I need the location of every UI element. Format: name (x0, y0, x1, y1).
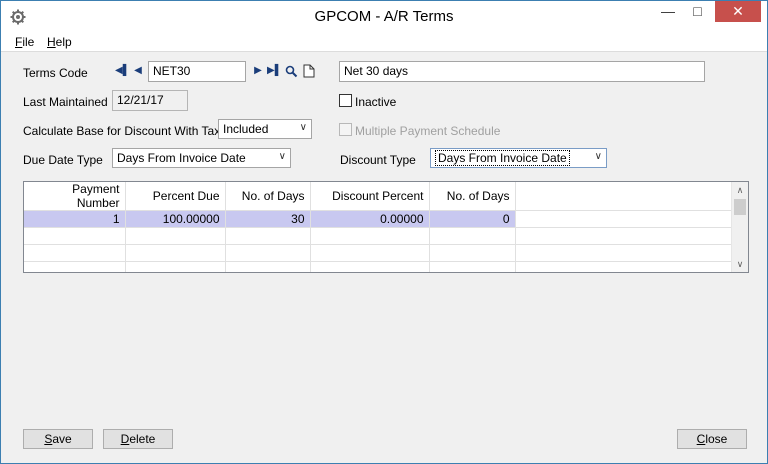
grid-cell (515, 210, 734, 228)
table-row[interactable] (24, 227, 734, 245)
due-date-type-label: Due Date Type (23, 153, 103, 167)
grid-cell[interactable] (310, 244, 430, 262)
last-maintained-label: Last Maintained (23, 95, 108, 109)
app-window: GPCOM - A/R Terms — □ ✕ File Help Terms … (0, 0, 768, 464)
last-record-icon[interactable]: ▶▌ (267, 65, 282, 77)
grid-cell[interactable]: 0 (429, 210, 516, 228)
chevron-down-icon: ∨ (299, 122, 307, 133)
terms-code-label: Terms Code (23, 66, 88, 80)
delete-label: elete (129, 432, 156, 446)
grid-cell[interactable] (125, 261, 226, 272)
grid-cell[interactable]: 1 (24, 210, 126, 228)
maximize-button[interactable]: □ (684, 1, 711, 22)
next-record-icon[interactable]: ▶ (252, 65, 264, 77)
grid-cell[interactable] (429, 244, 516, 262)
minimize-button[interactable]: — (654, 1, 682, 22)
window-title: GPCOM - A/R Terms (314, 8, 454, 25)
grid-cell[interactable] (429, 227, 516, 245)
close-button[interactable]: Close (677, 429, 747, 449)
grid-cell[interactable]: 0.00000 (310, 210, 430, 228)
inactive-label: Inactive (355, 95, 397, 109)
grid-cell[interactable]: 100.00000 (125, 210, 226, 228)
discount-type-value: Days From Invoice Date (435, 150, 570, 166)
last-maintained-value: 12/21/17 (112, 90, 188, 111)
scroll-thumb[interactable] (734, 199, 746, 215)
menu-bar: File Help (1, 32, 767, 52)
search-icon[interactable] (285, 65, 298, 78)
chevron-down-icon: ∨ (278, 151, 286, 162)
multiple-payment-label: Multiple Payment Schedule (355, 124, 501, 138)
grid-cell[interactable] (310, 261, 430, 272)
discount-type-select[interactable]: Days From Invoice Date ∨ (430, 148, 607, 168)
scroll-down-icon[interactable]: ∨ (732, 256, 748, 272)
grid-cell[interactable] (24, 244, 126, 262)
grid-header-payment-number[interactable]: Payment Number (24, 182, 126, 211)
grid-header-row: Payment Number Percent Due No. of Days D… (24, 182, 734, 211)
inactive-checkbox[interactable] (339, 94, 352, 107)
new-document-icon[interactable] (303, 64, 315, 78)
payment-schedule-grid[interactable]: Payment Number Percent Due No. of Days D… (23, 181, 749, 273)
grid-header-discount-percent[interactable]: Discount Percent (310, 182, 430, 211)
grid-cell[interactable] (125, 227, 226, 245)
grid-header-no-of-days[interactable]: No. of Days (225, 182, 311, 211)
scroll-up-icon[interactable]: ∧ (732, 182, 748, 198)
grid-cell[interactable]: 30 (225, 210, 311, 228)
discount-type-label: Discount Type (340, 153, 416, 167)
table-row[interactable] (24, 244, 734, 262)
grid-cell (515, 244, 734, 262)
grid-cell[interactable] (225, 244, 311, 262)
grid-cell[interactable] (310, 227, 430, 245)
grid-header-percent-due[interactable]: Percent Due (125, 182, 226, 211)
previous-record-icon[interactable]: ◀ (132, 65, 144, 77)
delete-mnemonic: D (120, 432, 130, 446)
menu-help-mnemonic: H (47, 35, 56, 49)
grid-cell[interactable] (429, 261, 516, 272)
grid-cell[interactable] (225, 261, 311, 272)
menu-help[interactable]: Help (47, 35, 72, 49)
calc-base-label: Calculate Base for Discount With Tax (23, 124, 221, 138)
grid-cell[interactable] (24, 227, 126, 245)
due-date-type-select[interactable]: Days From Invoice Date ∨ (112, 148, 291, 168)
grid-header-filler (515, 182, 734, 211)
grid-vertical-scrollbar[interactable]: ∧ ∨ (731, 182, 748, 272)
grid-cell[interactable] (24, 261, 126, 272)
save-label: ave (52, 432, 72, 446)
close-label: lose (705, 432, 728, 446)
menu-help-label: elp (55, 35, 72, 49)
grid-cell (515, 227, 734, 245)
chevron-down-icon: ∨ (594, 151, 602, 162)
title-bar: GPCOM - A/R Terms — □ ✕ (1, 1, 767, 32)
save-button[interactable]: Save (23, 429, 93, 449)
first-record-icon[interactable]: ◀▌ (115, 65, 130, 77)
due-date-type-value: Days From Invoice Date (117, 151, 246, 165)
table-row[interactable] (24, 261, 734, 272)
grid-cell (515, 261, 734, 272)
grid-header-discount-no-of-days[interactable]: No. of Days (429, 182, 516, 211)
multiple-payment-checkbox[interactable] (339, 123, 352, 136)
payment-schedule-table: Payment Number Percent Due No. of Days D… (24, 182, 734, 272)
calc-base-value: Included (223, 122, 269, 136)
close-window-button[interactable]: ✕ (715, 1, 761, 22)
terms-code-input[interactable]: NET30 (148, 61, 246, 82)
table-row[interactable]: 1 100.00000 30 0.00000 0 (24, 210, 734, 228)
menu-file[interactable]: File (15, 35, 34, 49)
grid-cell[interactable] (125, 244, 226, 262)
grid-cell[interactable] (225, 227, 311, 245)
delete-button[interactable]: Delete (103, 429, 173, 449)
description-input[interactable]: Net 30 days (339, 61, 705, 82)
menu-file-label: ile (22, 35, 35, 49)
calc-base-select[interactable]: Included ∨ (218, 119, 312, 139)
